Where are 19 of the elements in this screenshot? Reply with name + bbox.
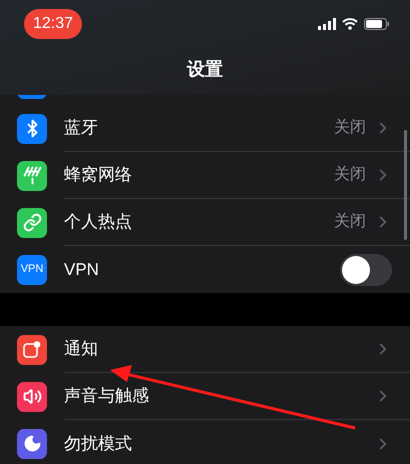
row-label: 蓝牙 bbox=[64, 117, 99, 140]
row-label: 蜂窝网络 bbox=[64, 164, 133, 186]
row-label: 个人热点 bbox=[64, 211, 133, 234]
row-label: VPN bbox=[64, 258, 100, 281]
settings-row[interactable]: 蓝牙 关闭 bbox=[0, 105, 410, 152]
row-value: 关闭 bbox=[334, 212, 366, 232]
row-value: 关闭 bbox=[334, 164, 366, 185]
row-label: 声音与触感 bbox=[64, 385, 150, 408]
settings-row[interactable]: 个人热点 关闭 bbox=[0, 199, 410, 246]
settings-row[interactable]: VPN VPN bbox=[0, 246, 410, 293]
page-title: 设置 bbox=[187, 58, 223, 81]
vpn-icon-label: VPN bbox=[20, 264, 44, 275]
row-label: 勿扰模式 bbox=[64, 432, 133, 455]
status-time: 12:37 bbox=[24, 9, 82, 39]
settings-row[interactable]: 勿扰模式 bbox=[0, 420, 410, 464]
row-label: 通知 bbox=[64, 338, 99, 360]
row-value: 关闭 bbox=[334, 118, 366, 138]
settings-row[interactable]: 通知 bbox=[0, 326, 410, 373]
settings-row[interactable]: 声音与触感 bbox=[0, 373, 410, 420]
